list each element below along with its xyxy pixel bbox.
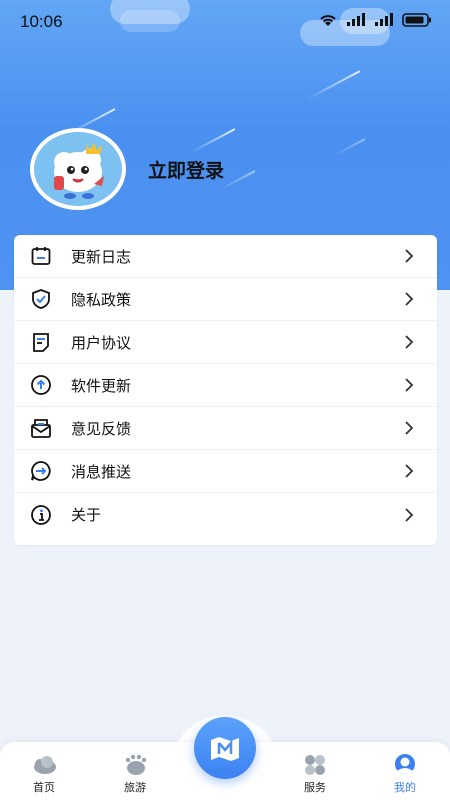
menu-item-label: 隐私政策 <box>71 290 132 309</box>
info-icon <box>29 503 53 527</box>
mail-icon <box>29 416 53 440</box>
chevron-right-icon <box>405 378 414 392</box>
menu-item-user-agreement[interactable]: 用户协议 <box>14 321 437 364</box>
tab-label: 我的 <box>394 781 416 794</box>
chevron-right-icon <box>405 249 414 263</box>
menu-item-label: 用户协议 <box>71 333 132 352</box>
avatar[interactable] <box>30 128 126 210</box>
chevron-right-icon <box>405 464 414 478</box>
footprint-icon <box>105 754 165 776</box>
document-icon <box>29 330 53 354</box>
tab-home[interactable]: 首页 <box>14 754 74 795</box>
menu-item-about[interactable]: 关于 <box>14 493 437 536</box>
chevron-right-icon <box>405 507 414 522</box>
menu-item-feedback[interactable]: 意见反馈 <box>14 407 437 450</box>
menu-item-label: 更新日志 <box>71 247 132 266</box>
tab-label: 服务 <box>304 781 326 794</box>
chevron-right-icon <box>405 335 414 349</box>
settings-menu: 更新日志 隐私政策 用户协议 软件更新 意见反馈 消息推送 关于 <box>14 235 437 545</box>
login-link[interactable]: 立即登录 <box>148 156 224 183</box>
upload-icon <box>29 373 53 397</box>
menu-item-label: 关于 <box>71 506 102 524</box>
status-bar: 10:06 <box>0 0 450 44</box>
tab-travel[interactable]: 旅游 <box>105 754 165 795</box>
signal-icon <box>347 13 365 26</box>
tab-label: 旅游 <box>124 781 146 794</box>
calendar-icon <box>29 244 53 268</box>
map-icon <box>211 737 239 761</box>
signal-icon-2 <box>375 13 393 26</box>
message-arrow-icon <box>29 459 53 483</box>
menu-item-push-notifications[interactable]: 消息推送 <box>14 450 437 493</box>
tab-mine[interactable]: 我的 <box>375 754 435 795</box>
tab-services[interactable]: 服务 <box>285 754 345 795</box>
status-time: 10:06 <box>20 12 63 31</box>
menu-item-label: 意见反馈 <box>71 419 132 438</box>
cloud-home-icon <box>14 754 74 776</box>
user-icon <box>375 754 435 776</box>
mascot-avatar-icon <box>34 132 122 206</box>
wifi-icon <box>320 15 336 26</box>
grid-icon <box>285 754 345 776</box>
center-map-button[interactable] <box>194 717 256 779</box>
menu-item-privacy[interactable]: 隐私政策 <box>14 278 437 321</box>
chevron-right-icon <box>405 292 414 306</box>
battery-icon <box>402 13 431 27</box>
profile-header[interactable]: 立即登录 <box>30 128 224 210</box>
chevron-right-icon <box>405 421 414 435</box>
menu-item-software-update[interactable]: 软件更新 <box>14 364 437 407</box>
menu-item-label: 消息推送 <box>71 462 132 481</box>
shield-icon <box>29 287 53 311</box>
tab-label: 首页 <box>33 781 55 794</box>
menu-item-changelog[interactable]: 更新日志 <box>14 235 437 278</box>
menu-item-label: 软件更新 <box>71 376 132 395</box>
